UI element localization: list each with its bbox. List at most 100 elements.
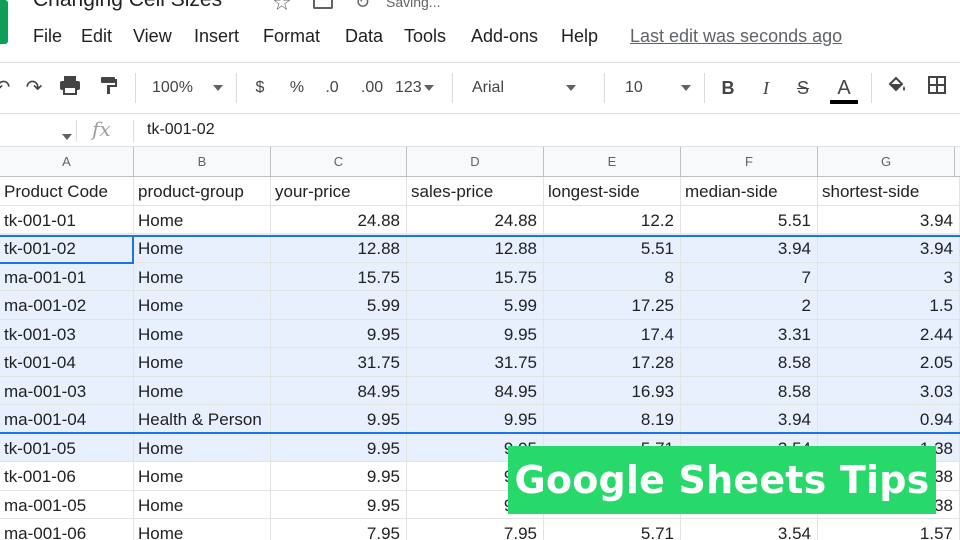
table-cell[interactable]: 5.51 <box>544 234 681 262</box>
column-header-b[interactable]: B <box>134 147 271 177</box>
table-cell[interactable]: 31.75 <box>407 348 544 376</box>
column-header-f[interactable]: F <box>681 147 818 177</box>
table-cell[interactable]: Home <box>134 376 271 405</box>
column-header-g[interactable]: G <box>818 147 955 177</box>
increase-decimal-button[interactable]: .00 <box>357 75 387 101</box>
table-cell[interactable]: 3.54 <box>681 519 818 540</box>
column-title-cell[interactable]: sales-price <box>407 177 544 205</box>
menu-insert[interactable]: Insert <box>194 26 239 47</box>
table-cell[interactable]: Home <box>134 319 271 348</box>
table-cell[interactable]: 9.95 <box>271 405 407 433</box>
column-title-cell[interactable]: shortest-side <box>818 177 960 205</box>
column-title-cell[interactable]: your-price <box>271 177 407 205</box>
table-cell[interactable]: 5.99 <box>407 291 544 319</box>
table-cell[interactable]: 84.95 <box>407 376 544 405</box>
table-cell[interactable]: 7.95 <box>271 519 407 540</box>
table-cell[interactable]: 24.88 <box>407 205 544 234</box>
table-cell[interactable]: 5.99 <box>271 291 407 319</box>
menu-file[interactable]: File <box>33 26 62 47</box>
percent-format-button[interactable]: % <box>287 75 307 101</box>
table-cell[interactable]: 17.25 <box>544 291 681 319</box>
table-cell[interactable]: 3.94 <box>818 205 960 234</box>
font-size-select[interactable]: 10 <box>625 75 695 101</box>
menu-tools[interactable]: Tools <box>404 26 446 47</box>
menu-view[interactable]: View <box>133 26 172 47</box>
text-color-button[interactable]: A <box>830 75 858 104</box>
table-cell[interactable]: ma-001-06 <box>0 519 134 540</box>
column-title-cell[interactable]: Product Code <box>0 177 134 205</box>
table-cell[interactable]: ma-001-03 <box>0 376 134 405</box>
table-cell[interactable]: 15.75 <box>271 262 407 291</box>
table-cell[interactable]: 0.94 <box>818 405 960 433</box>
italic-button[interactable]: I <box>756 75 776 101</box>
table-cell[interactable]: 84.95 <box>271 376 407 405</box>
table-cell[interactable]: 2.44 <box>818 319 960 348</box>
table-cell[interactable]: 3.03 <box>818 376 960 405</box>
table-cell[interactable]: ma-001-04 <box>0 405 134 433</box>
table-cell[interactable]: 5.51 <box>681 205 818 234</box>
table-cell[interactable]: ma-001-01 <box>0 262 134 291</box>
table-cell[interactable]: Home <box>134 291 271 319</box>
table-cell[interactable]: 24.88 <box>271 205 407 234</box>
table-cell[interactable]: tk-001-02 <box>0 234 134 262</box>
table-cell[interactable]: Home <box>134 462 271 490</box>
table-cell[interactable]: tk-001-03 <box>0 319 134 348</box>
column-title-cell[interactable]: median-side <box>681 177 818 205</box>
table-cell[interactable]: 8 <box>544 262 681 291</box>
table-cell[interactable]: 9.95 <box>271 462 407 490</box>
column-title-cell[interactable]: product-group <box>134 177 271 205</box>
table-cell[interactable]: 7 <box>681 262 818 291</box>
table-cell[interactable]: 12.88 <box>407 234 544 262</box>
table-cell[interactable]: Home <box>134 262 271 291</box>
menu-edit[interactable]: Edit <box>81 26 112 47</box>
fill-color-icon[interactable] <box>885 75 909 101</box>
menu-help[interactable]: Help <box>561 26 598 47</box>
menu-addons[interactable]: Add-ons <box>471 26 538 47</box>
borders-icon[interactable] <box>925 75 949 101</box>
table-cell[interactable]: 3.31 <box>681 319 818 348</box>
move-to-folder-icon[interactable] <box>313 0 333 9</box>
zoom-select[interactable]: 100% <box>152 75 227 101</box>
table-cell[interactable]: 12.2 <box>544 205 681 234</box>
table-cell[interactable]: 9.95 <box>271 433 407 462</box>
table-cell[interactable]: 12.88 <box>271 234 407 262</box>
redo-icon[interactable]: ↷ <box>22 75 46 101</box>
table-cell[interactable]: 5.71 <box>544 519 681 540</box>
menu-format[interactable]: Format <box>263 26 320 47</box>
menu-data[interactable]: Data <box>345 26 383 47</box>
table-cell[interactable]: 17.28 <box>544 348 681 376</box>
column-header-d[interactable]: D <box>407 147 544 177</box>
table-cell[interactable]: 2 <box>681 291 818 319</box>
formula-input[interactable]: tk-001-02 <box>147 121 215 139</box>
undo-icon[interactable]: ↶ <box>0 75 12 101</box>
table-cell[interactable]: Home <box>134 519 271 540</box>
table-cell[interactable]: Home <box>134 348 271 376</box>
font-select[interactable]: Arial <box>472 75 592 101</box>
table-cell[interactable]: ma-001-02 <box>0 291 134 319</box>
table-cell[interactable]: Home <box>134 234 271 262</box>
table-cell[interactable]: 7.95 <box>407 519 544 540</box>
currency-format-button[interactable]: $ <box>250 75 270 101</box>
table-cell[interactable]: ma-001-05 <box>0 490 134 519</box>
table-cell[interactable]: tk-001-06 <box>0 462 134 490</box>
table-cell[interactable]: 9.95 <box>271 490 407 519</box>
column-header-a[interactable]: A <box>0 147 134 177</box>
table-cell[interactable]: 3.94 <box>681 405 818 433</box>
table-cell[interactable]: Home <box>134 490 271 519</box>
table-cell[interactable]: 17.4 <box>544 319 681 348</box>
table-cell[interactable]: 9.95 <box>271 319 407 348</box>
table-cell[interactable]: 15.75 <box>407 262 544 291</box>
table-cell[interactable]: 3.94 <box>818 234 960 262</box>
column-title-cell[interactable]: longest-side <box>544 177 681 205</box>
table-cell[interactable]: 3.94 <box>681 234 818 262</box>
table-cell[interactable]: Home <box>134 205 271 234</box>
table-cell[interactable]: 1.5 <box>818 291 960 319</box>
table-cell[interactable]: 8.58 <box>681 376 818 405</box>
name-box-dropdown[interactable] <box>56 128 72 146</box>
table-cell[interactable]: 31.75 <box>271 348 407 376</box>
print-icon[interactable] <box>58 75 82 101</box>
table-cell[interactable]: 1.57 <box>818 519 960 540</box>
table-cell[interactable]: 3 <box>818 262 960 291</box>
bold-button[interactable]: B <box>718 75 738 101</box>
last-edit-link[interactable]: Last edit was seconds ago <box>630 26 842 47</box>
